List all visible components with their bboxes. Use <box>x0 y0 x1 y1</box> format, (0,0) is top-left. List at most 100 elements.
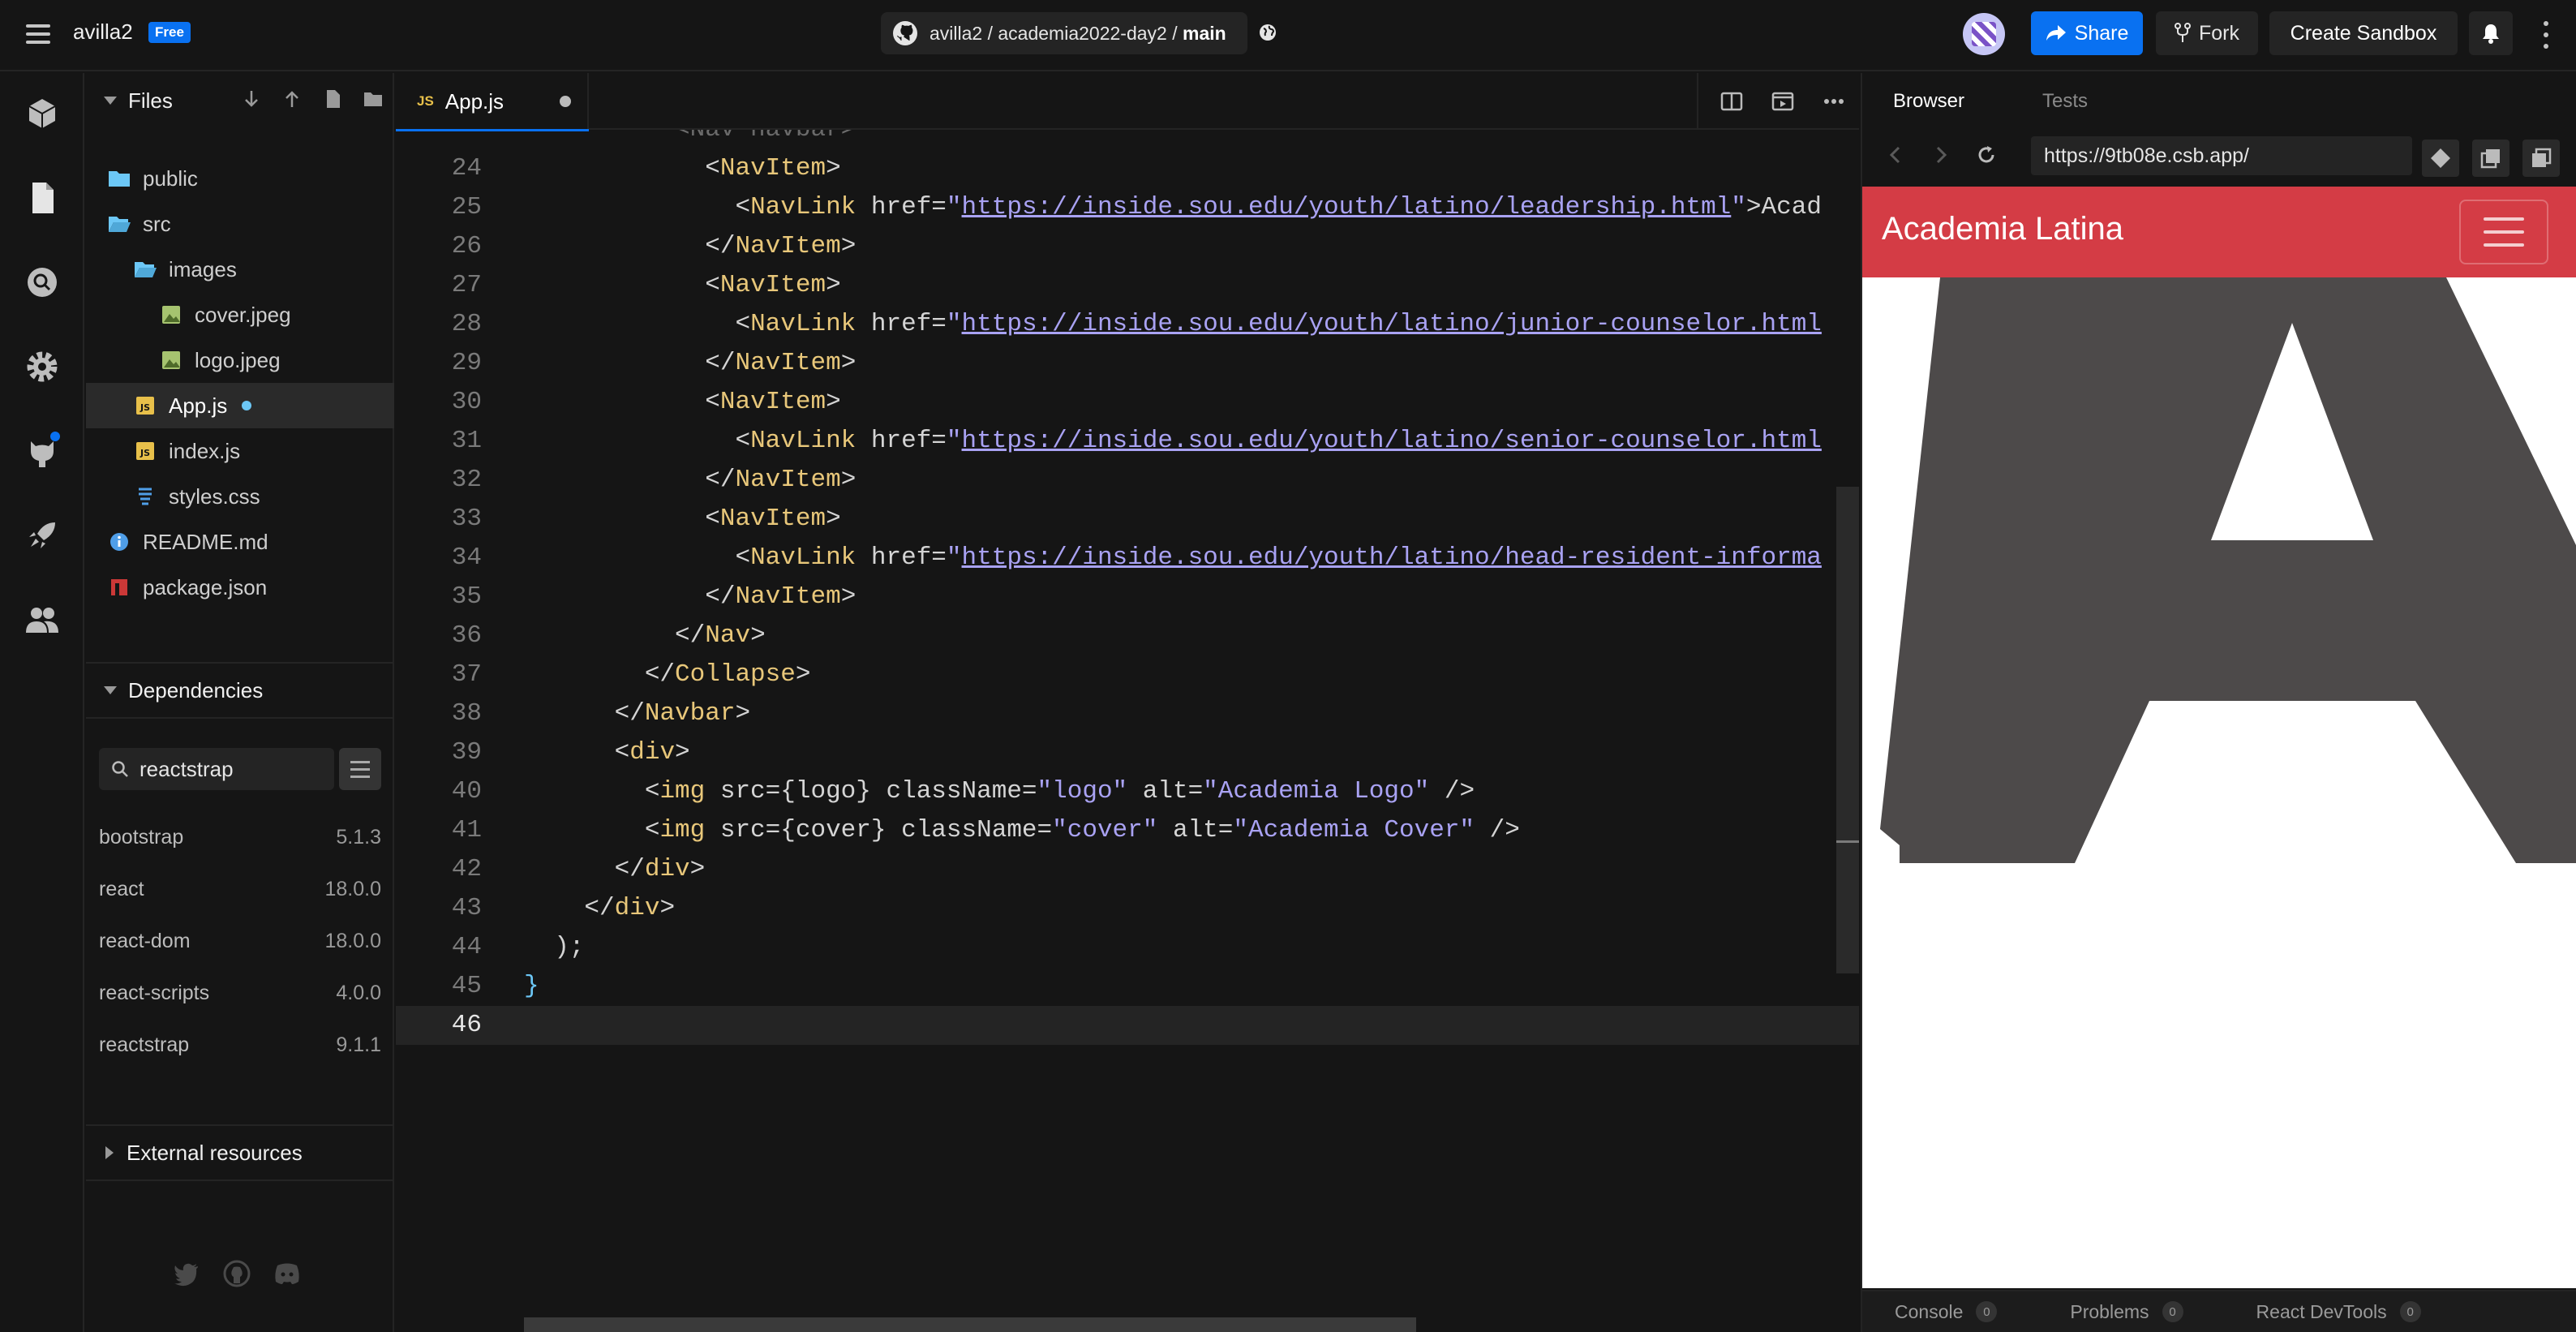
tab-browser[interactable]: Browser <box>1893 90 1964 113</box>
devtools-button[interactable] <box>2422 140 2459 177</box>
forward-icon[interactable] <box>1929 143 1953 167</box>
code-line[interactable]: 33 <NavItem> <box>396 500 1859 539</box>
live-collab-icon[interactable] <box>21 599 63 641</box>
dependency-row[interactable]: reactstrap 9.1.1 <box>99 1020 381 1069</box>
dependencies-section-header[interactable]: Dependencies <box>86 664 394 717</box>
github-icon[interactable] <box>21 430 63 472</box>
divider <box>86 1179 394 1181</box>
open-new-window-button[interactable] <box>2472 140 2509 177</box>
tree-item-src[interactable]: src <box>86 201 394 247</box>
code-line[interactable]: 43 </div> <box>396 889 1859 928</box>
tab-console[interactable]: Console 0 <box>1895 1301 1998 1323</box>
workspace-name[interactable]: avilla2 <box>73 19 133 45</box>
upload-arrow-icon[interactable] <box>281 88 303 110</box>
code-line[interactable]: 31 <NavLink href="https://inside.sou.edu… <box>396 422 1859 461</box>
tree-item-index-js[interactable]: JS index.js <box>86 428 394 474</box>
line-number: 30 <box>451 388 482 416</box>
tree-item-styles-css[interactable]: styles.css <box>86 474 394 519</box>
css-file-icon <box>139 488 152 505</box>
notifications-button[interactable] <box>2469 11 2513 55</box>
tree-item-public[interactable]: public <box>86 156 394 201</box>
globe-icon[interactable] <box>1257 22 1278 43</box>
code-line[interactable]: 30 <NavItem> <box>396 383 1859 422</box>
code-line[interactable]: 34 <NavLink href="https://inside.sou.edu… <box>396 539 1859 578</box>
line-number: 46 <box>451 1011 482 1039</box>
external-resources-header[interactable]: External resources <box>86 1126 394 1179</box>
code-line[interactable]: 28 <NavLink href="https://inside.sou.edu… <box>396 305 1859 344</box>
refresh-icon[interactable] <box>1974 143 1999 167</box>
tree-item-cover-jpeg[interactable]: cover.jpeg <box>86 292 394 337</box>
site-brand[interactable]: Academia Latina <box>1882 211 2123 247</box>
download-arrow-icon[interactable] <box>240 88 263 110</box>
deploy-rocket-icon[interactable] <box>21 514 63 556</box>
code-line[interactable]: 45} <box>396 967 1859 1006</box>
code-line[interactable]: 46 <box>396 1006 1859 1045</box>
new-file-icon[interactable] <box>321 88 344 110</box>
code-line[interactable]: 35 </NavItem> <box>396 578 1859 617</box>
tree-item-app-js[interactable]: JS App.js <box>86 383 394 428</box>
fork-icon <box>2175 23 2191 42</box>
collapse-caret-icon[interactable] <box>104 97 117 105</box>
navbar-toggler-icon[interactable] <box>2459 200 2548 264</box>
tree-item-package-json[interactable]: package.json <box>86 565 394 610</box>
tab-app-js[interactable]: JS App.js <box>396 73 589 131</box>
code-line[interactable]: 32 </NavItem> <box>396 461 1859 500</box>
discord-icon[interactable] <box>273 1259 302 1288</box>
dependency-search[interactable] <box>99 748 334 790</box>
back-icon[interactable] <box>1883 143 1908 167</box>
more-options-icon[interactable] <box>2534 21 2558 49</box>
tab-react-devtools[interactable]: React DevTools 0 <box>2256 1301 2421 1323</box>
share-button[interactable]: Share <box>2031 11 2143 55</box>
url-input[interactable] <box>2031 136 2412 175</box>
dependency-row[interactable]: react 18.0.0 <box>99 865 381 913</box>
code-line[interactable]: 42 </div> <box>396 850 1859 889</box>
dependency-row[interactable]: bootstrap 5.1.3 <box>99 813 381 862</box>
preview-frame[interactable]: Academia Latina <box>1862 187 2576 1288</box>
line-number: 27 <box>451 271 482 299</box>
files-section-header[interactable]: Files <box>86 73 394 128</box>
tab-tests[interactable]: Tests <box>2042 90 2088 113</box>
new-folder-icon[interactable] <box>362 88 384 110</box>
dependency-search-input[interactable] <box>140 756 318 782</box>
explorer-icon[interactable] <box>21 177 63 219</box>
search-icon[interactable] <box>21 261 63 303</box>
code-line[interactable]: 38 </Navbar> <box>396 694 1859 733</box>
code-line[interactable]: 26 </NavItem> <box>396 227 1859 266</box>
tree-item-images[interactable]: images <box>86 247 394 292</box>
tree-item-logo-jpeg[interactable]: logo.jpeg <box>86 337 394 383</box>
github-icon[interactable] <box>222 1259 251 1288</box>
main-menu-icon[interactable] <box>26 24 50 44</box>
unsaved-dot-icon[interactable] <box>560 96 571 107</box>
code-line[interactable]: 24 <NavItem> <box>396 149 1859 188</box>
code-line[interactable]: 44 ); <box>396 928 1859 967</box>
vertical-scrollbar[interactable] <box>1836 487 1859 973</box>
code-content[interactable]: <Nav navbar> 24 <NavItem>25 <NavLink hre… <box>396 130 1859 1332</box>
horizontal-scrollbar[interactable] <box>524 1317 1416 1332</box>
avatar[interactable] <box>1963 13 2005 55</box>
sandbox-info-icon[interactable] <box>21 92 63 135</box>
settings-gear-icon[interactable] <box>21 346 63 388</box>
tree-item-readme[interactable]: README.md <box>86 519 394 565</box>
dependency-row[interactable]: react-dom 18.0.0 <box>99 917 381 965</box>
expand-caret-icon[interactable] <box>105 1146 114 1159</box>
fork-button[interactable]: Fork <box>2156 11 2258 55</box>
dependency-list-menu-icon[interactable] <box>339 748 381 790</box>
layout-button[interactable] <box>2522 140 2560 177</box>
code-line[interactable]: 37 </Collapse> <box>396 655 1859 694</box>
dependency-row[interactable]: react-scripts 4.0.0 <box>99 969 381 1017</box>
code-line[interactable]: 36 </Nav> <box>396 617 1859 655</box>
collapse-caret-icon[interactable] <box>104 686 117 694</box>
preview-window-icon[interactable] <box>1770 88 1796 114</box>
code-line[interactable]: 29 </NavItem> <box>396 344 1859 383</box>
twitter-icon[interactable] <box>172 1259 201 1288</box>
create-sandbox-button[interactable]: Create Sandbox <box>2269 11 2458 55</box>
code-line[interactable]: 41 <img src={cover} className="cover" al… <box>396 811 1859 850</box>
code-line[interactable]: 27 <NavItem> <box>396 266 1859 305</box>
code-line[interactable]: 25 <NavLink href="https://inside.sou.edu… <box>396 188 1859 227</box>
code-line[interactable]: 40 <img src={logo} className="logo" alt=… <box>396 772 1859 811</box>
split-view-icon[interactable] <box>1719 88 1745 114</box>
code-line[interactable]: 39 <div> <box>396 733 1859 772</box>
tab-problems[interactable]: Problems 0 <box>2070 1301 2183 1323</box>
repo-breadcrumb[interactable]: avilla2 / academia2022-day2 / main <box>881 12 1247 54</box>
more-horizontal-icon[interactable] <box>1821 88 1847 114</box>
